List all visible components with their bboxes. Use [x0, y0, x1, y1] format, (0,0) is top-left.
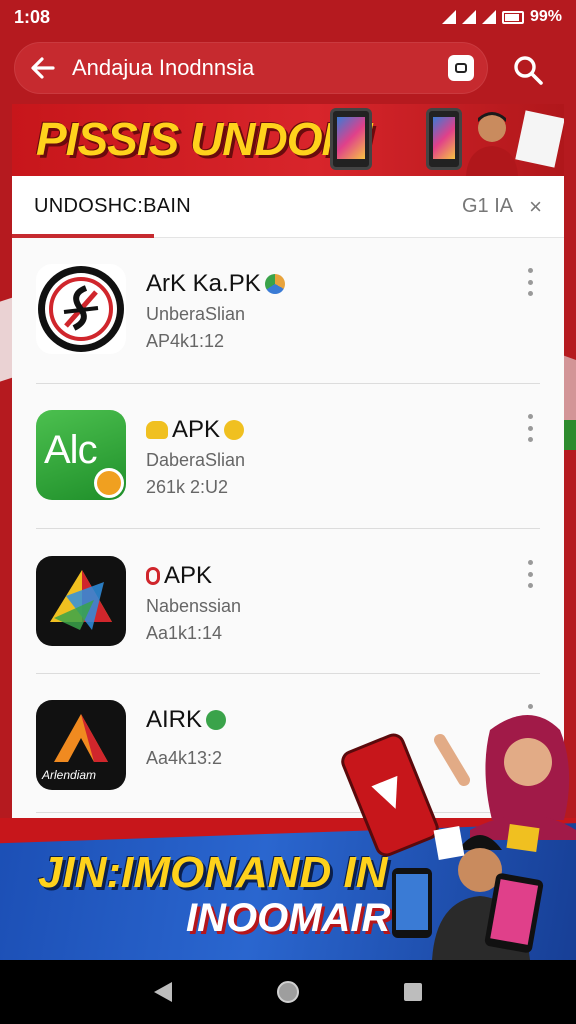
promo-headline: PISSIS UNDOM! — [36, 113, 374, 165]
more-options-icon[interactable] — [520, 268, 540, 296]
signal-icon — [461, 10, 476, 24]
panel-header: UNDOSHC:BAIN G1 IA × — [12, 176, 564, 238]
verified-badge-icon — [264, 274, 285, 294]
list-item[interactable]: APK Nabenssian Aa1k1:14 — [36, 556, 540, 676]
app-icon-triangle — [36, 556, 126, 646]
person-illustration — [466, 112, 518, 176]
divider — [36, 673, 540, 674]
app-info: APK DaberaSlian 261k 2:U2 — [146, 410, 245, 498]
app-info: AIRK Aa4k13:2 — [146, 700, 227, 769]
app-subtitle: UnberaSlian — [146, 304, 246, 324]
tab-indicator — [12, 234, 154, 238]
app-name-text: AIRK — [146, 706, 203, 733]
triangle-back-icon[interactable] — [148, 977, 178, 1007]
battery-percent: 99% — [529, 8, 562, 25]
app-meta: Aa4k13:2 — [146, 748, 223, 768]
app-icon-green: Alc — [36, 410, 126, 500]
square-recent-icon[interactable] — [398, 977, 428, 1007]
list-item[interactable]: Alc APK DaberaSlian 261k 2:U2 — [36, 410, 540, 530]
app-name: APK — [146, 416, 245, 444]
app-icon-text: Alc — [44, 428, 98, 472]
promo-line-1: JIN:IMONAND IN — [38, 848, 388, 897]
close-icon[interactable]: × — [529, 194, 542, 220]
status-bar: 1:08 99% — [0, 0, 576, 34]
more-options-icon[interactable] — [520, 560, 540, 588]
app-name-text: APK — [164, 562, 213, 589]
phone-illustration — [330, 108, 372, 170]
app-name-text: APK — [172, 416, 221, 443]
circle-home-icon[interactable] — [273, 977, 303, 1007]
tab-main[interactable]: UNDOSHC:BAIN — [34, 195, 462, 218]
people-illustration — [341, 715, 576, 960]
coin-badge-icon — [224, 420, 245, 440]
app-meta: 261k 2:U2 — [146, 477, 229, 497]
search-bar[interactable]: Andajua Inodnnsia — [14, 42, 488, 94]
app-name: AIRK — [146, 706, 227, 734]
voice-search-icon[interactable] — [448, 55, 474, 81]
arrow-left-icon[interactable] — [28, 53, 58, 83]
search-icon[interactable] — [510, 52, 546, 88]
phone-illustration — [426, 108, 462, 170]
app-name: ArK Ka.PK — [146, 270, 285, 298]
app-subtitle: Nabenssian — [146, 596, 242, 616]
app-info: ArK Ka.PK UnberaSlian AP4k1:12 — [146, 264, 285, 352]
signal-icon-2 — [481, 10, 496, 24]
app-meta: AP4k1:12 — [146, 331, 225, 351]
app-icon-circle-logo — [36, 264, 126, 354]
wifi-icon — [441, 10, 456, 24]
battery-icon — [501, 10, 524, 24]
status-icons: 99% — [441, 8, 562, 26]
more-options-icon[interactable] — [520, 414, 540, 442]
lock-icon — [146, 567, 160, 585]
filter-button[interactable]: G1 IA — [462, 195, 513, 218]
app-info: APK Nabenssian Aa1k1:14 — [146, 556, 241, 644]
list-item[interactable]: ArK Ka.PK UnberaSlian AP4k1:12 — [36, 264, 540, 384]
app-name-text: ArK Ka.PK — [146, 270, 261, 297]
status-time: 1:08 — [14, 6, 51, 27]
app-subtitle: DaberaSlian — [146, 450, 246, 470]
search-input[interactable]: Andajua Inodnnsia — [72, 55, 448, 81]
app-icon-badge — [94, 468, 124, 498]
app-icon-arrow: Arlendiam — [36, 700, 126, 790]
divider — [36, 383, 540, 384]
divider — [36, 528, 540, 529]
app-name: APK — [146, 562, 241, 590]
app-icon-text: Arlendiam — [42, 768, 97, 782]
crown-icon — [146, 421, 168, 439]
app-meta: Aa1k1:14 — [146, 623, 223, 643]
verified-badge-icon — [206, 710, 227, 730]
navigation-bar — [0, 960, 576, 1024]
promo-banner-top[interactable]: PISSIS UNDOM! — [12, 104, 564, 176]
